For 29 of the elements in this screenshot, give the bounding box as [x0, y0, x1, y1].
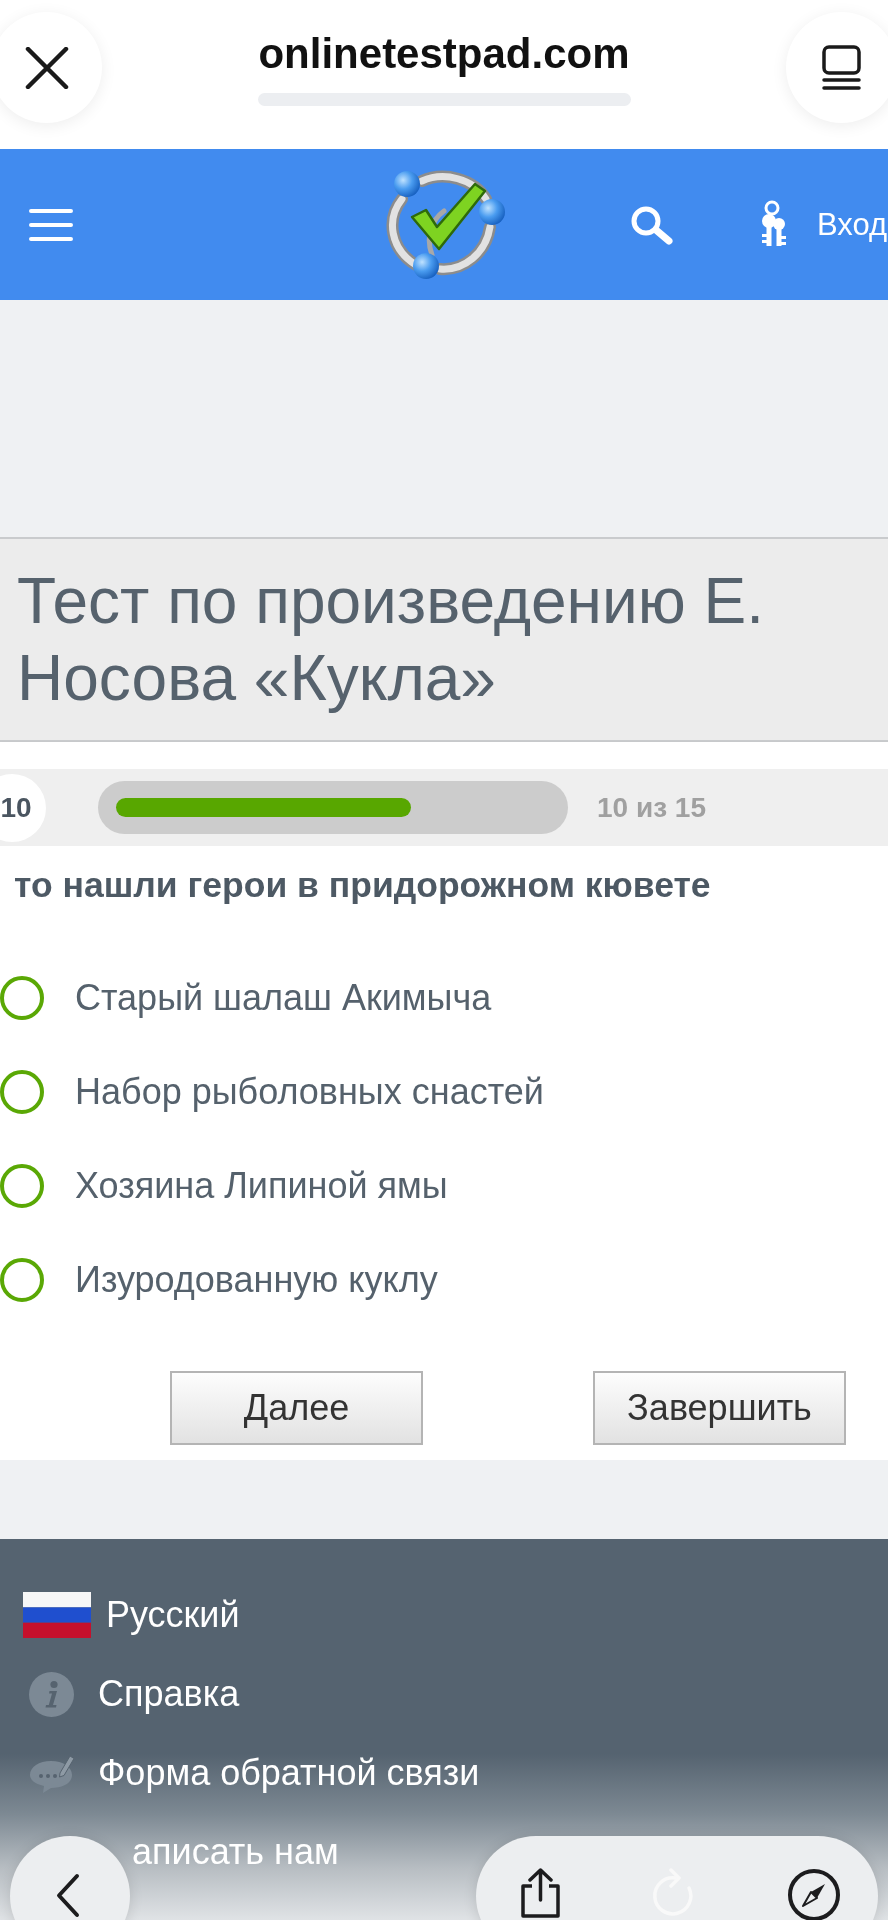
keys-icon — [759, 200, 787, 249]
login-link[interactable]: Вход — [759, 200, 888, 249]
flag-icon — [23, 1592, 91, 1638]
progress-reading: 10 из 15 — [597, 791, 706, 824]
share-icon[interactable] — [518, 1868, 563, 1918]
radio-button[interactable] — [0, 1258, 44, 1302]
language-link[interactable]: Русский — [23, 1592, 240, 1638]
search-icon[interactable] — [629, 204, 674, 245]
next-button[interactable]: Далее — [170, 1371, 423, 1445]
answer-option[interactable]: Набор рыболовных снастей — [75, 1070, 544, 1114]
feedback-link[interactable]: Форма обратной связи — [23, 1750, 480, 1796]
radio-button[interactable] — [0, 1070, 44, 1114]
finish-button[interactable]: Завершить — [593, 1371, 846, 1445]
test-title: Тест по произведению Е. Носова «Кукла» — [17, 564, 765, 716]
menu-icon[interactable] — [29, 208, 73, 241]
question-number: 10 — [0, 773, 46, 842]
stacked-cards-icon — [822, 45, 861, 90]
compass-icon[interactable] — [787, 1868, 841, 1920]
question-text: то нашли герои в придорожном кювете — [14, 864, 712, 906]
answer-option[interactable]: Хозяина Липиной ямы — [75, 1164, 448, 1208]
chevron-left-icon — [54, 1873, 80, 1918]
info-icon — [29, 1671, 74, 1717]
page-address[interactable]: onlinetestpad.com — [258, 30, 630, 78]
radio-button[interactable] — [0, 976, 44, 1020]
close-icon — [24, 46, 69, 89]
answer-option[interactable]: Изуродованную куклу — [75, 1258, 438, 1302]
radio-button[interactable] — [0, 1164, 44, 1208]
answer-option[interactable]: Старый шалаш Акимыча — [75, 976, 492, 1020]
help-link[interactable]: Справка — [23, 1671, 240, 1717]
